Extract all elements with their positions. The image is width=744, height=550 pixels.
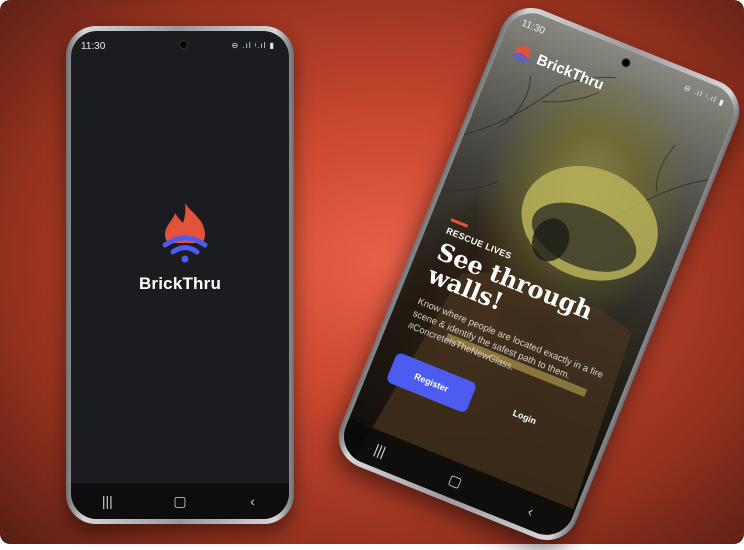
status-time: 11:30 — [81, 41, 106, 52]
recents-button[interactable]: ||| — [359, 435, 402, 465]
front-camera — [179, 40, 188, 49]
brand-name: BrickThru — [138, 274, 222, 293]
home-button[interactable]: ▢ — [434, 465, 477, 496]
back-button[interactable]: ‹ — [509, 496, 552, 526]
phone-splash: 11:30 ⊖ .ıl ᵎ.ıl ▮ BrickThru ||| ▢ ‹ — [66, 26, 294, 524]
back-button[interactable]: ‹ — [233, 493, 273, 509]
status-icons: ⊖ .ıl ᵎ.ıl ▮ — [231, 41, 275, 50]
nav-bar: ||| ▢ ‹ — [71, 483, 289, 519]
brickthru-logo-icon — [162, 203, 208, 263]
splash-screen: 11:30 ⊖ .ıl ᵎ.ıl ▮ BrickThru ||| ▢ ‹ — [71, 31, 289, 519]
home-button[interactable]: ▢ — [160, 493, 200, 510]
recents-button[interactable]: ||| — [87, 493, 127, 509]
